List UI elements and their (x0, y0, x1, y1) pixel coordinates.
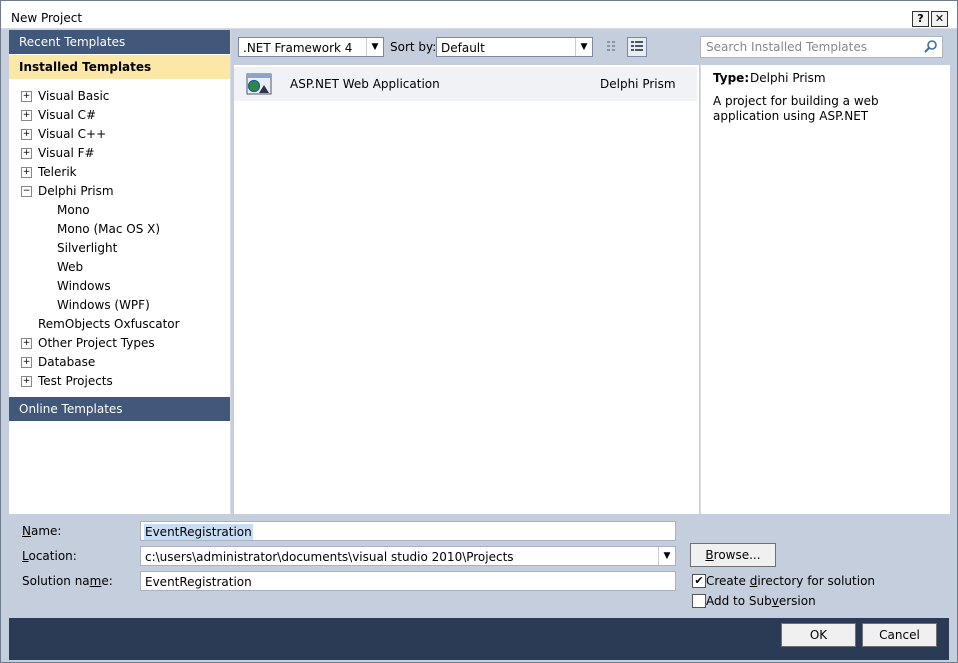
framework-select-value: .NET Framework 4 (243, 41, 353, 55)
dialog-footer: OK Cancel (9, 618, 949, 660)
search-placeholder: Search Installed Templates (706, 40, 867, 54)
tree-item[interactable]: Windows (57, 277, 111, 295)
tree-item[interactable]: Visual F# (38, 144, 95, 162)
tree-item-label: Mono (Mac OS X) (57, 222, 161, 236)
name-label: Name: (22, 524, 62, 538)
create-directory-label[interactable]: Create directory for solution (706, 574, 875, 588)
tree-item-label: Delphi Prism (38, 184, 114, 198)
tree-item[interactable]: Visual Basic (38, 87, 109, 105)
sort-select[interactable]: Default ▼ (436, 37, 593, 57)
tree-item-label: Mono (57, 203, 90, 217)
add-to-subversion-checkbox[interactable] (692, 594, 706, 608)
tree-item[interactable]: Telerik (38, 163, 77, 181)
solution-name-value: EventRegistration (145, 575, 252, 589)
solution-name-field[interactable]: EventRegistration (140, 571, 676, 591)
name-field[interactable]: EventRegistration (140, 521, 676, 541)
tree-item-label: Visual C++ (38, 127, 107, 141)
tree-item-label: Silverlight (57, 241, 118, 255)
type-label: Type: (713, 71, 750, 85)
new-project-dialog: New Project ? ✕ Recent Templates Install… (0, 0, 958, 663)
ok-button[interactable]: OK (781, 623, 856, 647)
location-field-value: c:\users\administrator\documents\visual … (145, 550, 514, 564)
create-directory-checkbox[interactable]: ✔ (692, 574, 706, 588)
window-title: New Project (11, 11, 83, 25)
solution-name-label: Solution name: (22, 574, 113, 588)
tree-item-label: Telerik (38, 165, 77, 179)
help-button[interactable]: ? (912, 11, 929, 27)
template-sidebar: Recent Templates Installed Templates Vis… (9, 30, 231, 514)
chevron-down-icon: ▼ (658, 547, 675, 565)
template-row-aspnet-web-application[interactable]: ASP.NET Web Application Delphi Prism (234, 67, 697, 101)
tree-item[interactable]: Delphi Prism (38, 182, 114, 200)
tree-item[interactable]: Other Project Types (38, 334, 155, 352)
expand-icon[interactable]: + (21, 338, 32, 349)
expand-icon[interactable]: + (21, 376, 32, 387)
title-bar: New Project ? ✕ (1, 1, 957, 29)
tree-item-label: RemObjects Oxfuscator (38, 317, 180, 331)
tree-item[interactable]: RemObjects Oxfuscator (38, 315, 180, 333)
tree-item[interactable]: Mono (Mac OS X) (57, 220, 160, 238)
template-description: A project for building a web application… (713, 94, 879, 123)
details-view-button[interactable] (627, 37, 647, 57)
collapse-icon[interactable]: − (21, 186, 32, 197)
expand-icon[interactable]: + (21, 148, 32, 159)
type-value: Delphi Prism (750, 71, 826, 85)
tree-item[interactable]: Mono (57, 201, 90, 219)
expand-icon[interactable]: + (21, 167, 32, 178)
tree-item-label: Windows (WPF) (57, 298, 150, 312)
sort-by-label: Sort by: (390, 40, 437, 54)
tree-item-label: Visual F# (38, 146, 95, 160)
browse-button[interactable]: Browse... (690, 543, 776, 567)
tree-item[interactable]: Database (38, 353, 95, 371)
details-list-icon (631, 41, 643, 51)
framework-select[interactable]: .NET Framework 4 ▼ (238, 37, 384, 57)
tree-item-label: Test Projects (38, 374, 113, 388)
tree-item[interactable]: Windows (WPF) (57, 296, 150, 314)
expand-icon[interactable]: + (21, 110, 32, 121)
add-to-subversion-label[interactable]: Add to Subversion (706, 594, 816, 608)
tree-item[interactable]: Test Projects (38, 372, 113, 390)
sort-select-value: Default (441, 41, 485, 55)
template-details-panel: Type: Delphi Prism A project for buildin… (700, 65, 950, 514)
expand-icon[interactable]: + (21, 129, 32, 140)
online-templates-header[interactable]: Online Templates (9, 397, 230, 421)
tree-item[interactable]: Web (57, 258, 83, 276)
search-icon[interactable] (923, 39, 939, 55)
location-field[interactable]: c:\users\administrator\documents\visual … (140, 546, 676, 566)
template-name: ASP.NET Web Application (290, 77, 440, 91)
small-icons-icon (607, 41, 615, 51)
small-icons-view-button[interactable] (602, 37, 622, 57)
name-field-value: EventRegistration (144, 524, 253, 540)
tree-item[interactable]: Visual C++ (38, 125, 106, 143)
close-button[interactable]: ✕ (931, 11, 948, 27)
expand-icon[interactable]: + (21, 91, 32, 102)
template-list: ASP.NET Web Application Delphi Prism (234, 65, 699, 514)
search-templates-input[interactable]: Search Installed Templates (700, 36, 943, 58)
tree-item-label: Visual C# (38, 108, 97, 122)
expand-icon[interactable]: + (21, 357, 32, 368)
chevron-down-icon: ▼ (575, 38, 592, 56)
tree-item-label: Web (57, 260, 84, 274)
tree-item-label: Visual Basic (38, 89, 110, 103)
tree-item-label: Windows (57, 279, 111, 293)
chevron-down-icon: ▼ (366, 38, 383, 56)
tree-item[interactable]: Visual C# (38, 106, 96, 124)
project-form: Name: EventRegistration Location: c:\use… (9, 515, 949, 618)
installed-templates-header[interactable]: Installed Templates (9, 55, 230, 79)
tree-item[interactable]: Silverlight (57, 239, 117, 257)
location-label: Location: (22, 549, 77, 563)
cancel-button[interactable]: Cancel (862, 623, 937, 647)
template-language: Delphi Prism (600, 77, 676, 91)
web-application-icon (246, 73, 272, 95)
tree-item-label: Database (38, 355, 96, 369)
tree-item-label: Other Project Types (38, 336, 155, 350)
recent-templates-header[interactable]: Recent Templates (9, 30, 230, 54)
